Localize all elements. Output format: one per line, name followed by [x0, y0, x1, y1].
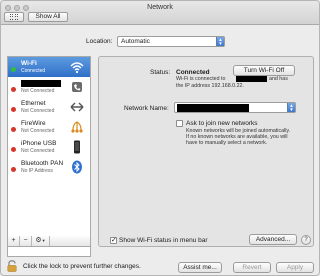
chevron-down-icon: ▼ — [41, 238, 46, 243]
revert-button[interactable]: Revert — [233, 262, 271, 273]
ethernet-icon — [70, 102, 84, 112]
service-item-bluetooth-pan[interactable]: Bluetooth PAN No IP Address — [8, 157, 90, 177]
service-item-redacted[interactable]: Not Connected — [8, 77, 90, 97]
status-label: Status: — [150, 69, 171, 76]
location-label: Location: — [86, 38, 113, 45]
network-preferences-window: Network Show All Location: Automatic ▲ ▼ … — [0, 0, 320, 276]
service-list[interactable]: Wi-Fi Connected Not Connected Ethernet N… — [7, 56, 91, 257]
service-item-ethernet[interactable]: Ethernet Not Connected — [8, 97, 90, 117]
status-value: Connected — [176, 69, 210, 76]
service-status: Not Connected — [21, 108, 55, 114]
redacted-network-name — [177, 104, 249, 112]
service-item-iphone-usb[interactable]: iPhone USB Not Connected — [8, 137, 90, 157]
location-value: Automatic — [121, 38, 150, 45]
show-wifi-status-label[interactable]: Show Wi-Fi status in menu bar — [119, 237, 208, 244]
service-name: FireWire — [21, 120, 46, 127]
location-row: Location: Automatic ▲ ▼ — [1, 36, 319, 48]
service-name: iPhone USB — [21, 140, 57, 147]
service-status: Connected — [21, 68, 46, 74]
status-description-start: Wi-Fi is connected to — [176, 76, 226, 82]
bluetooth-icon — [72, 160, 82, 174]
service-status: No IP Address — [21, 168, 53, 174]
status-dot-icon — [11, 87, 16, 92]
ask-join-desc-3: have to manually select a network. — [186, 140, 268, 146]
network-name-select[interactable]: ▲ ▼ — [174, 102, 296, 113]
service-actions-button[interactable]: ⚙▼ — [32, 236, 50, 246]
title-bar: Network Show All — [1, 1, 319, 25]
status-dot-icon — [11, 167, 16, 172]
grid-icon — [10, 14, 18, 20]
assist-me-button[interactable]: Assist me... — [178, 262, 222, 273]
service-status: Not Connected — [21, 88, 55, 94]
service-list-toolbar: + − ⚙▼ — [7, 236, 91, 247]
apply-button[interactable]: Apply — [276, 262, 314, 273]
wifi-icon — [70, 62, 84, 74]
service-status: Not Connected — [21, 148, 55, 154]
service-name: Ethernet — [21, 100, 46, 107]
show-all-button[interactable]: Show All — [28, 12, 68, 22]
service-name: Wi-Fi — [21, 60, 37, 67]
grid-view-button[interactable] — [4, 12, 24, 22]
remove-service-button[interactable]: − — [20, 236, 32, 246]
chevron-updown-icon: ▲ ▼ — [216, 37, 224, 46]
service-item-firewire[interactable]: FireWire Not Connected — [8, 117, 90, 137]
service-status: Not Connected — [21, 128, 55, 134]
status-dot-icon — [11, 107, 16, 112]
window-title: Network — [147, 4, 173, 11]
lock-icon[interactable] — [7, 260, 17, 272]
wifi-detail-panel: Status: Connected Turn Wi-Fi Off Wi-Fi i… — [98, 56, 314, 247]
lock-text: Click the lock to prevent further change… — [23, 263, 141, 270]
show-wifi-status-checkbox[interactable] — [110, 236, 117, 244]
redacted-service-name — [21, 80, 61, 87]
service-name: Bluetooth PAN — [21, 160, 64, 167]
ask-join-label[interactable]: Ask to join new networks — [186, 120, 258, 127]
advanced-button[interactable]: Advanced... — [249, 234, 297, 245]
status-dot-icon — [11, 147, 16, 152]
status-dot-icon — [11, 67, 16, 72]
turn-wifi-off-button[interactable]: Turn Wi-Fi Off — [233, 65, 295, 76]
firewire-icon — [71, 121, 83, 133]
status-description-end: and has — [269, 76, 288, 82]
service-item-wifi[interactable]: Wi-Fi Connected — [8, 57, 90, 77]
ask-join-checkbox[interactable] — [176, 120, 183, 127]
location-select[interactable]: Automatic ▲ ▼ — [117, 36, 225, 47]
redacted-network — [236, 76, 267, 82]
iphone-icon — [74, 140, 80, 154]
status-dot-icon — [11, 127, 16, 132]
network-name-label: Network Name: — [124, 105, 169, 112]
ip-address-text: the IP address 192.168.0.22. — [176, 83, 244, 89]
chevron-updown-icon: ▲ ▼ — [287, 103, 295, 112]
phone-icon — [72, 82, 82, 92]
add-service-button[interactable]: + — [8, 236, 20, 246]
help-button[interactable]: ? — [301, 235, 311, 245]
